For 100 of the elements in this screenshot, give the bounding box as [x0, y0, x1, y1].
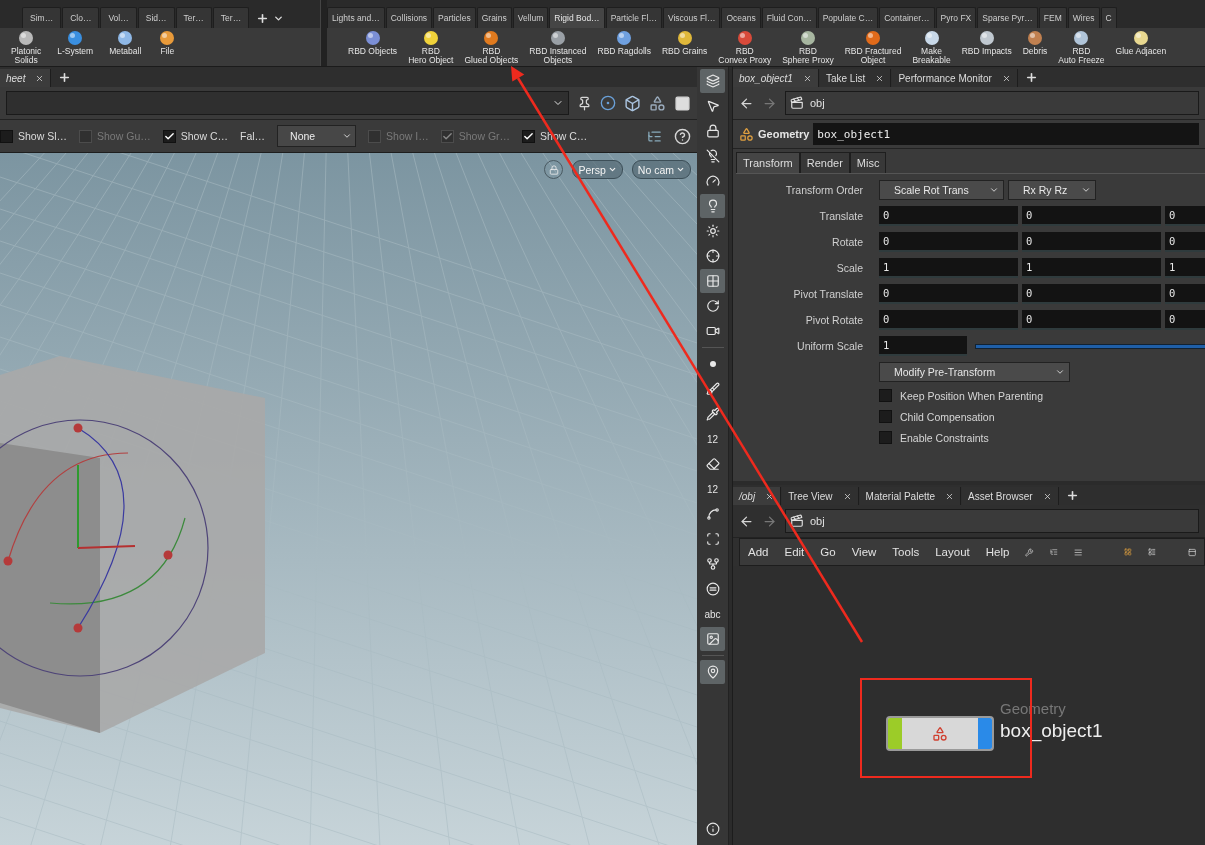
shelf-tool-label[interactable]: RBD Impacts [961, 47, 1012, 56]
close-icon[interactable] [875, 73, 885, 83]
shelf-tool-label[interactable]: RBD Convex Proxy [718, 47, 772, 65]
order-menu[interactable]: Rx Ry Rz [1008, 180, 1096, 200]
shelf-tab[interactable]: Populate C… [817, 7, 879, 28]
shelf-tab[interactable]: Container… [879, 7, 935, 28]
shelf-tab[interactable]: Vellum [512, 7, 549, 28]
shelf-tab[interactable]: Grains [476, 7, 512, 28]
menu-item[interactable]: Edit [784, 546, 805, 558]
shelf-tab[interactable]: Oceans [721, 7, 761, 28]
strip-tool-button[interactable] [700, 69, 725, 93]
shelf-tool-label[interactable]: RBD Grains [661, 47, 708, 56]
add-tab-icon[interactable] [58, 70, 72, 84]
shelf-tool-label[interactable]: L-System [57, 47, 94, 56]
shelf-tool-label[interactable]: RBD Glued Objects [464, 47, 519, 65]
value-field[interactable]: 0 [1165, 310, 1205, 330]
strip-tool-button[interactable] [700, 660, 725, 684]
shelf-tool-label[interactable]: File [160, 47, 175, 56]
forward-icon[interactable] [762, 95, 777, 111]
shelf-tool-label[interactable]: Debris [1022, 47, 1048, 56]
square-icon[interactable] [674, 94, 691, 112]
cube-icon[interactable] [624, 94, 641, 112]
camera-menu[interactable]: Persp [572, 160, 623, 179]
parameter-tab[interactable]: Transform [736, 152, 800, 173]
shelf-tab[interactable]: Fluid Con… [761, 7, 817, 28]
camera-menu[interactable]: No cam [631, 160, 691, 179]
menu-item[interactable]: Go [820, 546, 836, 558]
value-field[interactable]: 0 [879, 284, 1018, 304]
close-icon[interactable] [35, 73, 45, 83]
value-field[interactable]: 1 [1165, 258, 1205, 278]
shelf-tab[interactable]: Ter… [212, 7, 250, 28]
menu-item[interactable]: Help [985, 546, 1010, 558]
value-field[interactable]: 0 [1165, 284, 1205, 304]
node-name-field[interactable]: box_object1 [813, 123, 1199, 145]
checkbox[interactable] [879, 389, 892, 402]
value-field[interactable]: 0 [879, 310, 1018, 330]
select-menu[interactable]: None [277, 125, 357, 147]
shelf-tab[interactable]: Pyro FX [935, 7, 977, 28]
checkbox[interactable] [522, 129, 536, 143]
shelf-tool-label[interactable]: RBD Instanced Objects [529, 47, 587, 65]
strip-tool-button[interactable] [700, 627, 725, 651]
close-icon[interactable] [802, 73, 812, 83]
pin-icon[interactable] [577, 95, 592, 111]
layout-icon[interactable] [1147, 545, 1156, 559]
shelf-tab[interactable]: Sparse Pyr… [977, 7, 1038, 28]
shelf-tab[interactable]: Particle Fl… [605, 7, 662, 28]
strip-label-tool[interactable]: 12 [700, 427, 725, 451]
shelf-tab[interactable]: Ter… [175, 7, 212, 28]
value-field[interactable]: 0 [1165, 206, 1205, 226]
shelf-tool-label[interactable]: RBD Auto Freeze [1058, 47, 1105, 65]
value-field[interactable]: 0 [879, 232, 1018, 252]
checkbox[interactable] [0, 129, 13, 143]
checkbox[interactable] [879, 431, 892, 444]
close-icon[interactable] [765, 491, 775, 501]
close-icon[interactable] [1042, 491, 1052, 501]
shelf-tab[interactable]: Vol… [100, 7, 137, 28]
shelf-tool-label[interactable]: RBD Objects [348, 47, 398, 56]
back-icon[interactable] [739, 95, 754, 111]
shelf-tab[interactable]: Particles [433, 7, 476, 28]
value-field[interactable]: 0 [1165, 232, 1205, 252]
shelf-tool-label[interactable]: RBD Ragdolls [597, 47, 651, 56]
menu-item[interactable]: Layout [935, 546, 970, 558]
parameter-tab[interactable]: Render [799, 152, 850, 173]
shelf-tool-label[interactable]: RBD Fractured Object [844, 47, 902, 65]
shelf-tool-label[interactable]: Make Breakable [912, 47, 951, 65]
shelf-tab[interactable]: Lights and… [327, 7, 385, 28]
value-field[interactable]: 0 [879, 206, 1018, 226]
menu-item[interactable]: Add [748, 546, 769, 558]
value-field[interactable]: 0 [1022, 206, 1161, 226]
checkbox[interactable] [879, 410, 892, 423]
value-field[interactable]: 0 [1022, 284, 1161, 304]
back-icon[interactable] [739, 513, 754, 529]
shelf-tab[interactable]: Sim… [22, 7, 62, 28]
target-icon[interactable] [600, 95, 616, 111]
path-field[interactable]: obj [785, 509, 1199, 533]
value-field[interactable]: 0 [1022, 310, 1161, 330]
shelf-tab[interactable]: Wires [1067, 7, 1100, 28]
strip-label-tool[interactable]: abc [700, 602, 725, 626]
close-icon[interactable] [1001, 73, 1011, 83]
pre-transform-menu[interactable]: Modify Pre-Transform [879, 362, 1070, 382]
strip-tool-button[interactable] [700, 194, 725, 218]
menu-item[interactable]: Tools [892, 546, 920, 558]
shelf-tab[interactable]: C [1100, 7, 1117, 28]
shelf-tool-label[interactable]: Glue Adjacen [1115, 47, 1167, 56]
close-icon[interactable] [945, 491, 955, 501]
shelf-tool-label[interactable]: Metaball [109, 47, 142, 56]
shelf-tab[interactable]: Clo… [62, 7, 100, 28]
menu-item[interactable]: View [851, 546, 877, 558]
shelf-tab[interactable]: Collisions [385, 7, 433, 28]
help-icon[interactable] [674, 127, 691, 145]
value-field[interactable]: 1 [1022, 258, 1161, 278]
add-tab-icon[interactable] [256, 11, 270, 25]
shelf-tool-label[interactable]: Platonic Solids [11, 47, 42, 65]
shelf-tab[interactable]: Sid… [137, 7, 175, 28]
path-field[interactable]: obj [785, 91, 1199, 115]
shapes-icon[interactable] [649, 94, 666, 112]
shelf-tool-label[interactable]: RBD Sphere Proxy [782, 47, 834, 65]
geometry-node[interactable] [886, 716, 994, 751]
path-field[interactable] [6, 91, 569, 115]
close-icon[interactable] [842, 491, 852, 501]
